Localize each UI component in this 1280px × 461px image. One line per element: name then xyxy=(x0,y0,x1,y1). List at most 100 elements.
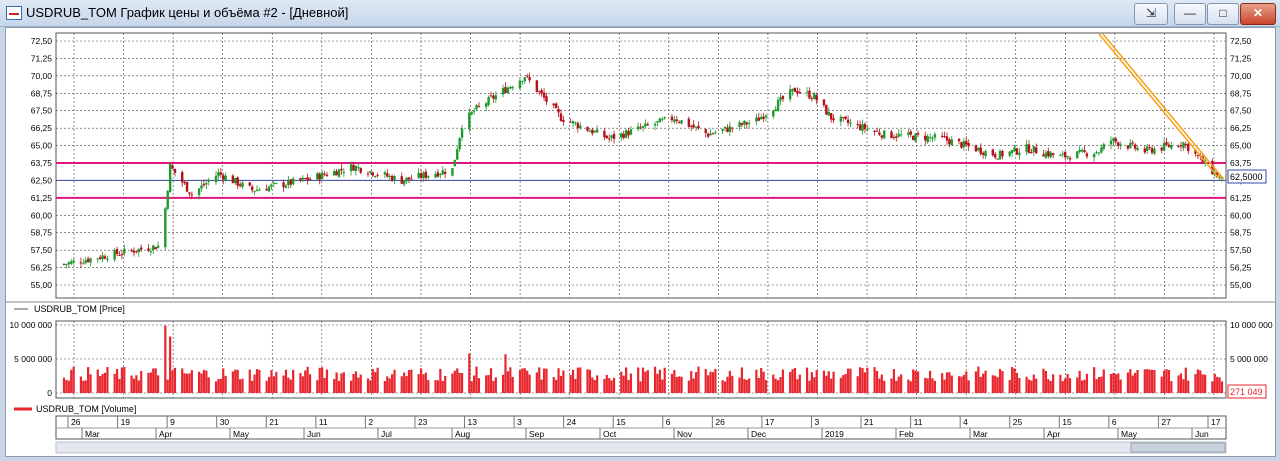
restore-all-button[interactable]: ⇲ xyxy=(1134,3,1168,25)
candle-body xyxy=(238,184,242,186)
candle-body xyxy=(270,184,273,187)
volume-bar xyxy=(62,377,66,393)
candle-body xyxy=(863,124,867,130)
volume-bar xyxy=(1196,369,1199,393)
volume-bar xyxy=(579,367,582,393)
candle-body xyxy=(101,255,104,260)
candle-body xyxy=(1179,145,1183,147)
candle-body xyxy=(374,176,377,178)
volume-bar xyxy=(147,372,150,393)
candle-body xyxy=(1049,152,1052,158)
day-label: 17 xyxy=(765,417,775,427)
volume-bar xyxy=(687,380,690,393)
day-label: 3 xyxy=(517,417,522,427)
current-price-label: 62,5000 xyxy=(1230,172,1263,182)
candle-body xyxy=(579,125,582,129)
volume-bar xyxy=(417,374,420,393)
price-tick-label: 55,00 xyxy=(31,280,53,290)
day-label: 6 xyxy=(666,417,671,427)
scrollbar-thumb[interactable] xyxy=(1130,442,1226,453)
price-volume-chart[interactable]: 72,50 71,25 70,00 68,75 67,50 66,25 65,00 63,75… xyxy=(6,28,1275,456)
window-title: USDRUB_TOM График цены и объёма #2 - [Дн… xyxy=(26,5,349,20)
volume-bar xyxy=(890,378,893,393)
candle-body xyxy=(692,124,695,128)
volume-pane[interactable]: 10 000 000 5 000 000 0 10 000 000 5 000 000… xyxy=(9,320,1273,399)
volume-bar xyxy=(1068,378,1072,393)
day-label: 23 xyxy=(418,417,428,427)
candle-body xyxy=(1177,146,1180,148)
volume-bar xyxy=(265,380,268,393)
day-label: 11 xyxy=(319,417,328,427)
candle-body xyxy=(436,172,440,177)
candle-body xyxy=(70,261,73,264)
close-button[interactable]: ✕ xyxy=(1240,3,1276,25)
volume-bar xyxy=(470,381,473,393)
price-tick-label: 70,00 xyxy=(31,71,53,81)
volume-bar xyxy=(1199,370,1202,393)
candle-body xyxy=(610,135,613,138)
volume-bar xyxy=(608,378,611,393)
candle-body xyxy=(880,135,884,138)
price-plot-area[interactable] xyxy=(55,32,1227,299)
candle-body xyxy=(883,130,886,139)
candle-body xyxy=(706,133,710,137)
candle-body xyxy=(304,178,307,180)
volume-bar xyxy=(859,367,862,393)
volume-bar xyxy=(793,367,797,393)
candle-body xyxy=(441,170,444,175)
volume-bar xyxy=(214,381,218,393)
volume-bar xyxy=(1134,372,1137,393)
candle-body xyxy=(236,177,239,186)
candle-body xyxy=(62,263,66,265)
volume-bar xyxy=(255,369,259,393)
price-legend: USDRUB_TOM [Price] xyxy=(34,304,125,314)
candle-body xyxy=(760,116,763,120)
candle-body xyxy=(528,77,531,81)
volume-bar xyxy=(282,375,285,393)
volume-bar xyxy=(200,373,203,393)
candle-body xyxy=(726,127,729,132)
volume-bar xyxy=(1025,376,1028,393)
candle-body xyxy=(897,133,900,137)
candle-body xyxy=(1184,144,1188,146)
volume-bar xyxy=(185,373,189,393)
chart-window[interactable]: 72,50 71,25 70,00 68,75 67,50 66,25 65,00 63,75… xyxy=(5,27,1276,457)
volume-bar xyxy=(190,370,193,393)
window-titlebar[interactable]: USDRUB_TOM График цены и объёма #2 - [Дн… xyxy=(0,0,1280,27)
volume-bar xyxy=(926,378,929,393)
volume-bar xyxy=(65,379,68,393)
volume-bar xyxy=(1216,376,1219,393)
candle-body xyxy=(832,118,835,121)
horizontal-scrollbar[interactable] xyxy=(55,441,1227,454)
volume-bar xyxy=(555,379,558,393)
candle-body xyxy=(825,104,828,115)
price-tick-label: 68,75 xyxy=(31,88,53,98)
volume-bar xyxy=(545,368,548,393)
minimize-button[interactable]: — xyxy=(1174,3,1206,25)
volume-bar xyxy=(234,369,237,393)
volume-bar xyxy=(1085,373,1088,393)
candle-body xyxy=(653,123,657,126)
volume-bar xyxy=(477,378,481,393)
volume-bar xyxy=(140,370,143,393)
candle-body xyxy=(656,121,659,123)
volume-bar xyxy=(697,366,700,393)
candle-body xyxy=(424,171,428,178)
candle-body xyxy=(383,172,387,175)
candle-body xyxy=(545,96,548,102)
candle-body xyxy=(1030,151,1033,154)
volume-bar xyxy=(523,368,526,393)
volume-bar xyxy=(1095,379,1098,393)
candle-body xyxy=(1160,147,1163,151)
candle-body xyxy=(1112,138,1115,141)
price-pane[interactable]: 72,50 71,25 70,00 68,75 67,50 66,25 65,00 63,75… xyxy=(31,32,1267,299)
candle-body xyxy=(829,113,833,120)
candle-body xyxy=(842,116,845,118)
candle-body xyxy=(140,247,143,250)
maximize-button[interactable]: □ xyxy=(1207,3,1239,25)
candle-body xyxy=(67,262,71,265)
volume-bar xyxy=(154,368,157,393)
date-axis[interactable]: 26 19 9 30 21 11 2 23 13 3 24 15 6 26 17 3 21 11 4 25 15 6 27 1… xyxy=(55,415,1227,440)
volume-bar xyxy=(492,380,495,393)
candle-body xyxy=(1066,156,1069,158)
